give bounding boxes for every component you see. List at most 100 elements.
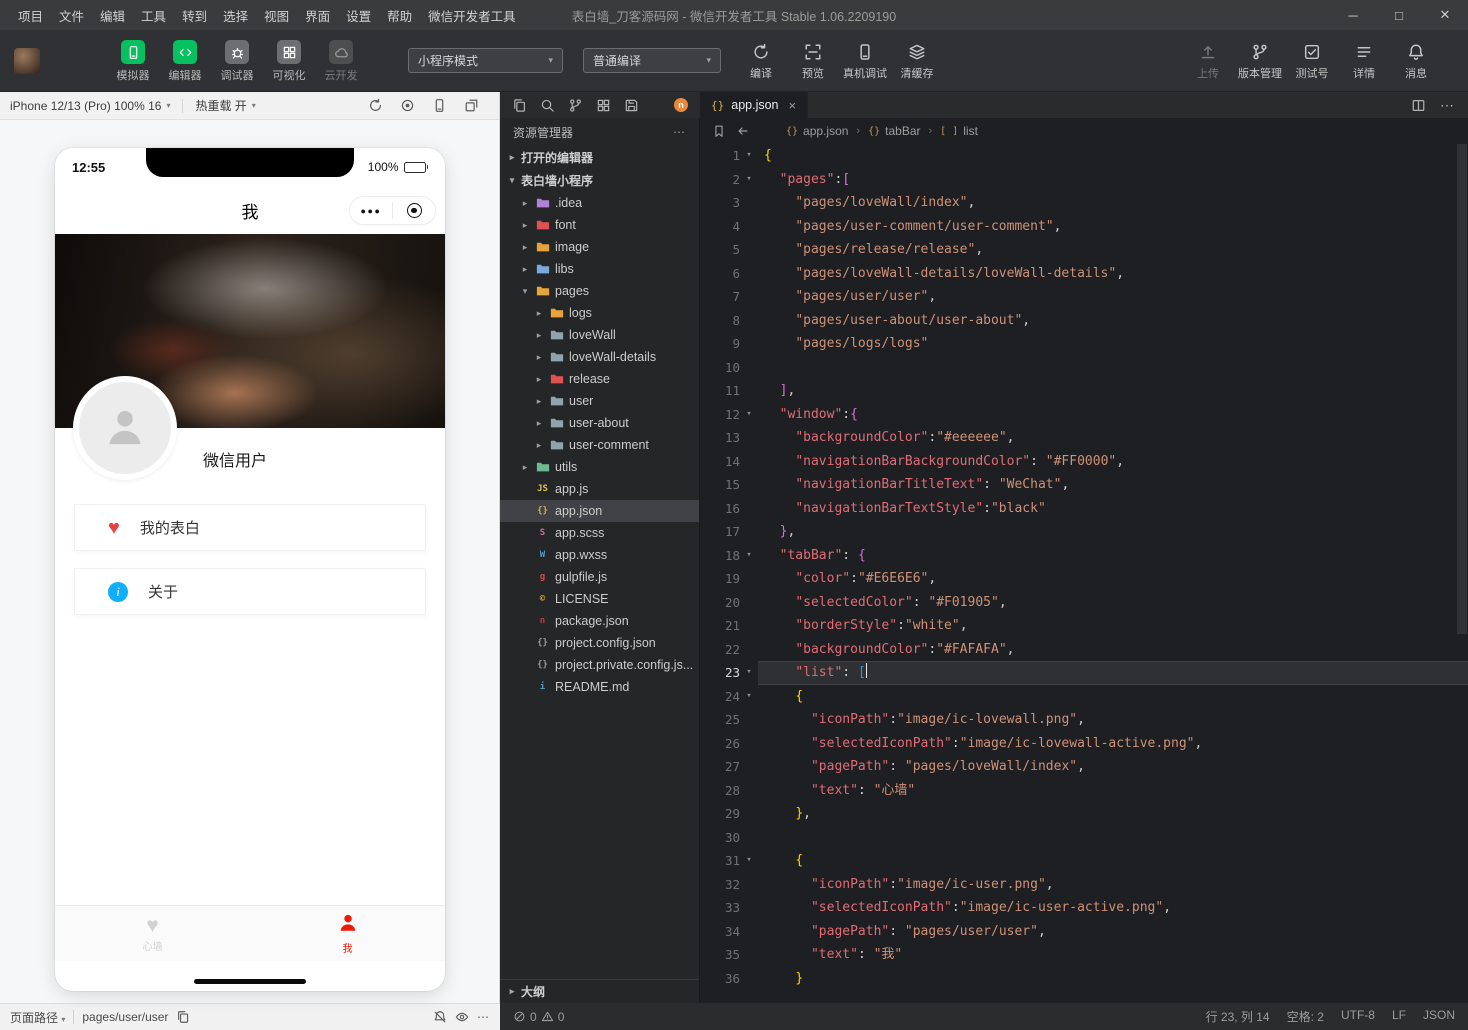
- layout-grid-icon[interactable]: [596, 98, 611, 113]
- project-root-section[interactable]: ▾ 表白墙小程序: [500, 169, 699, 192]
- action-preview[interactable]: 预览: [787, 41, 839, 81]
- code-line-2[interactable]: 2▾ "pages":[: [700, 168, 1468, 192]
- menu-item-my-confession[interactable]: ♥我的表白: [74, 504, 426, 551]
- toolbar-button-visual[interactable]: 可视化: [264, 38, 314, 83]
- code-line-10[interactable]: 10: [700, 356, 1468, 380]
- tree-item-loveWall[interactable]: ▸loveWall: [500, 324, 699, 346]
- bookmark-icon[interactable]: [712, 124, 726, 138]
- tree-item-project.config.json[interactable]: {}project.config.json: [500, 632, 699, 654]
- code-line-4[interactable]: 4 "pages/user-comment/user-comment",: [700, 215, 1468, 239]
- tree-item-loveWall-details[interactable]: ▸loveWall-details: [500, 346, 699, 368]
- code-line-11[interactable]: 11 ],: [700, 379, 1468, 403]
- save-all-icon[interactable]: [624, 98, 639, 113]
- code-line-35[interactable]: 35 "text": "我": [700, 943, 1468, 967]
- tree-item-font[interactable]: ▸font: [500, 214, 699, 236]
- code-line-31[interactable]: 31▾ {: [700, 849, 1468, 873]
- action-remote-debug[interactable]: 真机调试: [839, 41, 891, 81]
- code-line-24[interactable]: 24▾ {: [700, 685, 1468, 709]
- tree-item-README.md[interactable]: iREADME.md: [500, 676, 699, 698]
- tree-item-project.private.config.js...[interactable]: {}project.private.config.js...: [500, 654, 699, 676]
- tabbar-item-心墙[interactable]: ♥心墙: [55, 906, 250, 961]
- menu-转到[interactable]: 转到: [174, 6, 215, 25]
- explorer-more-icon[interactable]: ⋯: [673, 125, 686, 139]
- tree-item-image[interactable]: ▸image: [500, 236, 699, 258]
- code-line-32[interactable]: 32 "iconPath":"image/ic-user.png",: [700, 873, 1468, 897]
- split-editor-icon[interactable]: [1411, 98, 1426, 113]
- more-icon[interactable]: ⋯: [477, 1010, 490, 1024]
- git-branch-icon[interactable]: [568, 98, 583, 113]
- device-select[interactable]: iPhone 12/13 (Pro) 100% 16▾: [10, 99, 170, 113]
- tree-item-gulpfile.js[interactable]: ggulpfile.js: [500, 566, 699, 588]
- menu-界面[interactable]: 界面: [297, 6, 338, 25]
- popout-icon[interactable]: [464, 98, 479, 113]
- action-clear-cache[interactable]: 清缓存: [891, 41, 943, 81]
- applet-mode-select[interactable]: 小程序模式▾: [408, 48, 563, 73]
- code-line-22[interactable]: 22 "backgroundColor":"#FAFAFA",: [700, 638, 1468, 662]
- tree-item-.idea[interactable]: ▸.idea: [500, 192, 699, 214]
- code-line-17[interactable]: 17 },: [700, 520, 1468, 544]
- indent-setting[interactable]: 空格: 2: [1287, 1008, 1324, 1025]
- menu-帮助[interactable]: 帮助: [379, 6, 420, 25]
- tree-item-user-comment[interactable]: ▸user-comment: [500, 434, 699, 456]
- tree-item-user-about[interactable]: ▸user-about: [500, 412, 699, 434]
- code-line-8[interactable]: 8 "pages/user-about/user-about",: [700, 309, 1468, 333]
- tree-item-pages[interactable]: ▾pages: [500, 280, 699, 302]
- user-avatar[interactable]: [14, 48, 40, 74]
- code-line-20[interactable]: 20 "selectedColor": "#F01905",: [700, 591, 1468, 615]
- tree-item-app.wxss[interactable]: Wapp.wxss: [500, 544, 699, 566]
- minimize-button[interactable]: ─: [1330, 0, 1376, 30]
- more-actions-icon[interactable]: ⋯: [1440, 97, 1455, 114]
- back-icon[interactable]: [736, 124, 750, 138]
- menu-编辑[interactable]: 编辑: [92, 6, 133, 25]
- search-icon[interactable]: [540, 98, 555, 113]
- code-line-30[interactable]: 30: [700, 826, 1468, 850]
- menu-item-about[interactable]: i关于: [74, 568, 426, 615]
- menu-文件[interactable]: 文件: [51, 6, 92, 25]
- code-line-25[interactable]: 25 "iconPath":"image/ic-lovewall.png",: [700, 708, 1468, 732]
- breadcrumb-tabBar[interactable]: {}tabBar: [868, 124, 920, 138]
- code-line-13[interactable]: 13 "backgroundColor":"#eeeeee",: [700, 426, 1468, 450]
- tree-item-package.json[interactable]: npackage.json: [500, 610, 699, 632]
- code-line-6[interactable]: 6 "pages/loveWall-details/loveWall-detai…: [700, 262, 1468, 286]
- exit-miniprogram-button[interactable]: [393, 203, 435, 218]
- watch-icon[interactable]: [455, 1010, 469, 1024]
- action-version[interactable]: 版本管理: [1234, 41, 1286, 81]
- code-line-29[interactable]: 29 },: [700, 802, 1468, 826]
- editor-scrollbar[interactable]: [1457, 144, 1467, 634]
- code-line-16[interactable]: 16 "navigationBarTextStyle":"black": [700, 497, 1468, 521]
- code-line-21[interactable]: 21 "borderStyle":"white",: [700, 614, 1468, 638]
- menu-设置[interactable]: 设置: [338, 6, 379, 25]
- code-line-18[interactable]: 18▾ "tabBar": {: [700, 544, 1468, 568]
- language-mode[interactable]: JSON: [1423, 1008, 1455, 1025]
- code-line-7[interactable]: 7 "pages/user/user",: [700, 285, 1468, 309]
- more-menu-button[interactable]: ●●●: [350, 206, 392, 216]
- encoding-setting[interactable]: UTF-8: [1341, 1008, 1375, 1025]
- code-line-26[interactable]: 26 "selectedIconPath":"image/ic-lovewall…: [700, 732, 1468, 756]
- device-icon[interactable]: [432, 98, 447, 113]
- menu-微信开发者工具[interactable]: 微信开发者工具: [420, 6, 524, 25]
- tree-item-utils[interactable]: ▸utils: [500, 456, 699, 478]
- tree-item-user[interactable]: ▸user: [500, 390, 699, 412]
- code-line-34[interactable]: 34 "pagePath": "pages/user/user",: [700, 920, 1468, 944]
- code-line-15[interactable]: 15 "navigationBarTitleText": "WeChat",: [700, 473, 1468, 497]
- tabbar-item-我[interactable]: 我: [250, 906, 445, 961]
- record-icon[interactable]: [400, 98, 415, 113]
- page-path-dropdown[interactable]: 页面路径 ▾: [10, 1009, 65, 1026]
- outline-section[interactable]: ▸ 大纲: [500, 979, 699, 1003]
- toolbar-button-simulator[interactable]: 模拟器: [108, 38, 158, 83]
- code-line-9[interactable]: 9 "pages/logs/logs": [700, 332, 1468, 356]
- tree-item-LICENSE[interactable]: ©LICENSE: [500, 588, 699, 610]
- files-icon[interactable]: [512, 98, 527, 113]
- code-line-28[interactable]: 28 "text": "心墙": [700, 779, 1468, 803]
- npm-icon[interactable]: n: [674, 98, 688, 112]
- action-compile[interactable]: 编译: [735, 41, 787, 81]
- eol-setting[interactable]: LF: [1392, 1008, 1406, 1025]
- code-line-12[interactable]: 12▾ "window":{: [700, 403, 1468, 427]
- open-editors-section[interactable]: ▸ 打开的编辑器: [500, 146, 699, 169]
- toolbar-button-cloud[interactable]: 云开发: [316, 38, 366, 83]
- menu-项目[interactable]: 项目: [10, 6, 51, 25]
- code-line-33[interactable]: 33 "selectedIconPath":"image/ic-user-act…: [700, 896, 1468, 920]
- tree-item-release[interactable]: ▸release: [500, 368, 699, 390]
- compile-mode-select[interactable]: 普通编译▾: [583, 48, 721, 73]
- close-button[interactable]: ✕: [1422, 0, 1468, 30]
